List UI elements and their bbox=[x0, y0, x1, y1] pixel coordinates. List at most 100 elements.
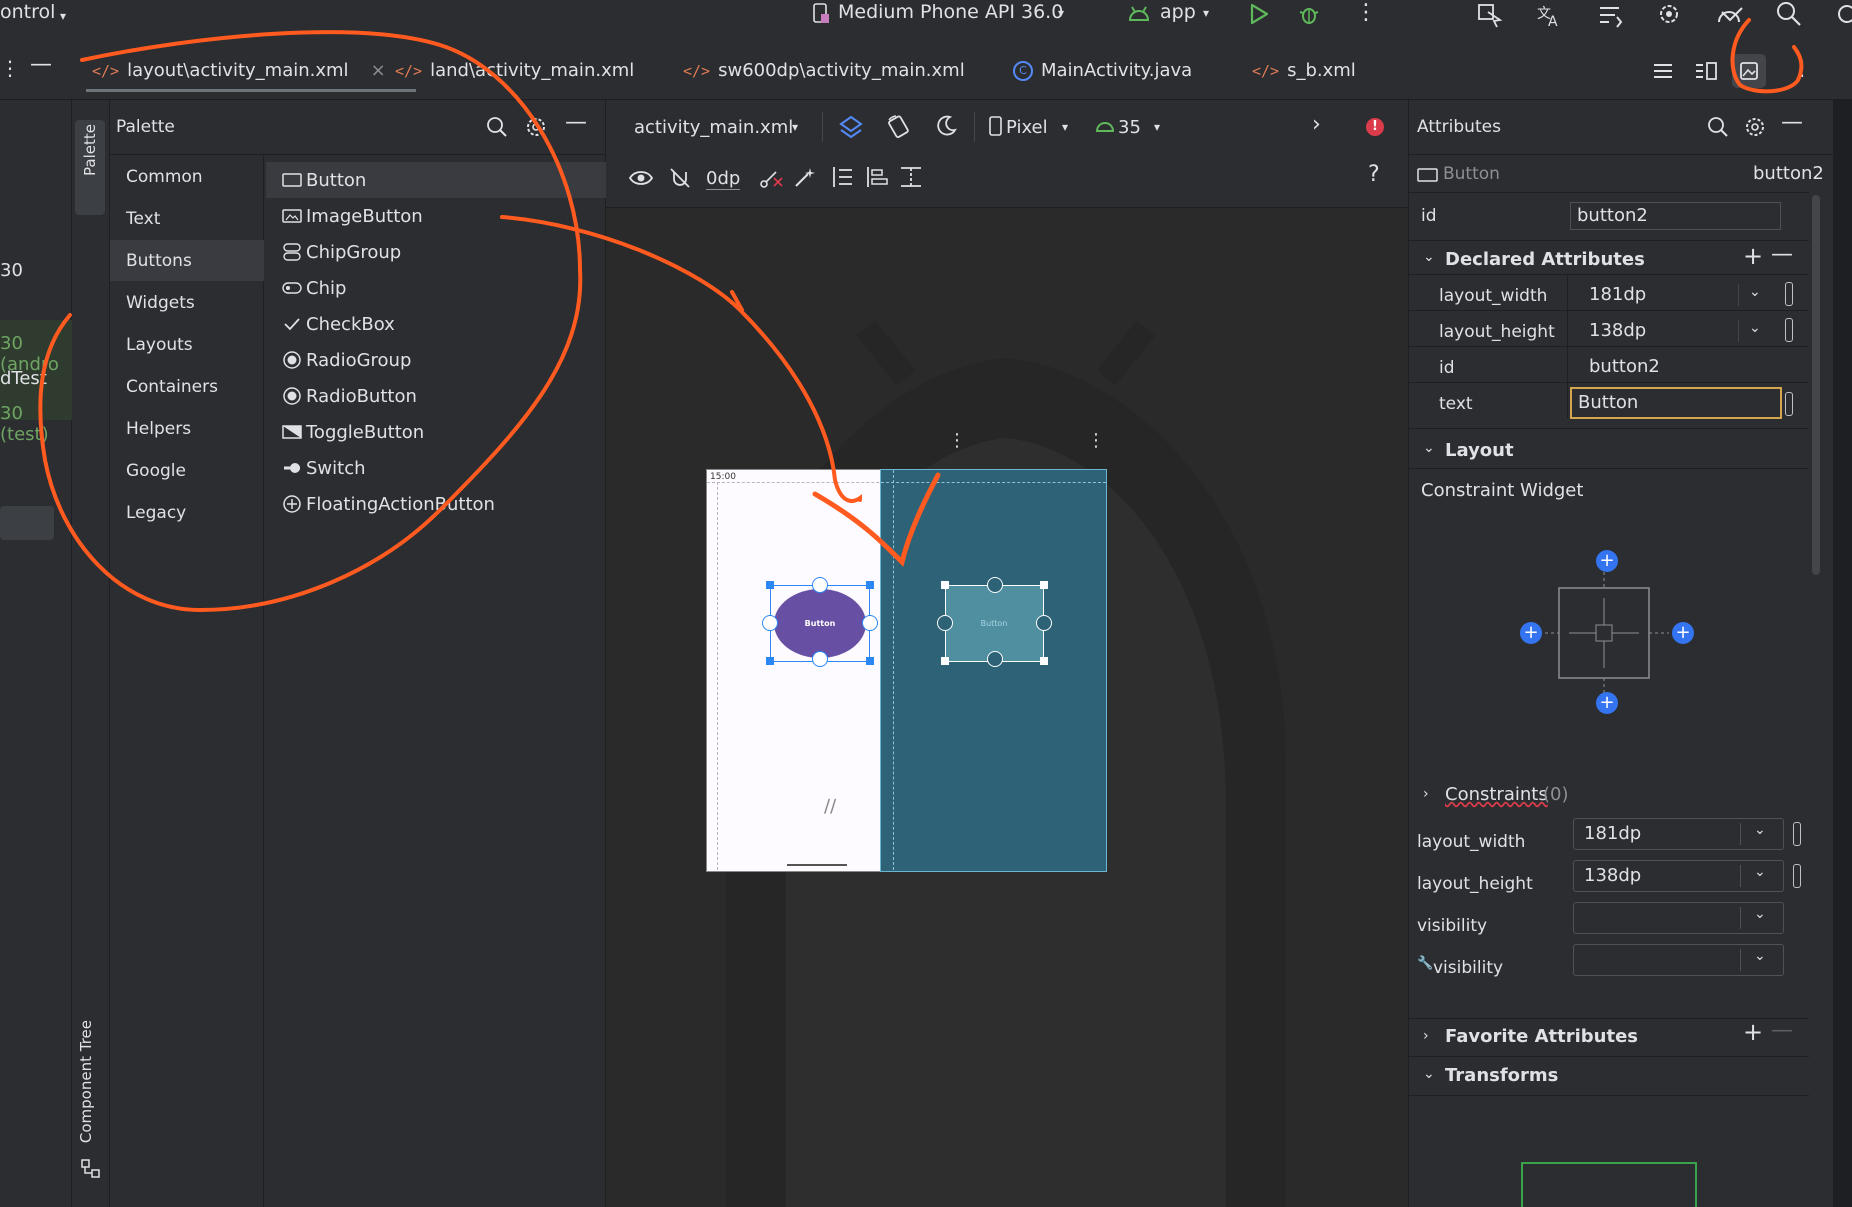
component-tree-icon[interactable] bbox=[80, 1158, 102, 1184]
category-buttons[interactable]: Buttons bbox=[110, 240, 264, 281]
category-legacy[interactable]: Legacy bbox=[110, 492, 264, 533]
resource-picker-icon[interactable] bbox=[1785, 392, 1793, 416]
tab-main-activity-java[interactable]: C MainActivity.java bbox=[1013, 60, 1192, 81]
resize-handle[interactable] bbox=[866, 657, 874, 665]
resize-handle[interactable] bbox=[1040, 657, 1048, 665]
close-icon[interactable]: × bbox=[371, 60, 386, 81]
guidelines-icon[interactable] bbox=[898, 164, 924, 194]
add-bottom-constraint-icon[interactable]: + bbox=[1596, 692, 1618, 714]
tab-sw600dp-activity-main[interactable]: </> sw600dp\activity_main.xml bbox=[683, 60, 965, 81]
gear-bug-icon[interactable] bbox=[1656, 1, 1684, 32]
category-widgets[interactable]: Widgets bbox=[110, 282, 264, 323]
resize-handle[interactable] bbox=[766, 581, 774, 589]
chevron-down-icon[interactable]: ⌄ bbox=[1749, 320, 1761, 336]
chevron-down-icon[interactable]: ⌄ bbox=[1754, 822, 1766, 838]
widget-checkbox[interactable]: CheckBox bbox=[266, 306, 606, 342]
chevron-right-icon[interactable]: › bbox=[1423, 1028, 1429, 1044]
resize-handle[interactable] bbox=[941, 657, 949, 665]
component-tree-side-tab[interactable]: Component Tree bbox=[77, 1020, 95, 1143]
widget-togglebutton[interactable]: ToggleButton bbox=[266, 414, 606, 450]
attr-value[interactable]: 138dp bbox=[1589, 320, 1646, 341]
tab-layout-activity-main[interactable]: </> layout\activity_main.xml × bbox=[86, 60, 416, 92]
resource-picker-icon[interactable] bbox=[1785, 318, 1793, 342]
resize-handle[interactable] bbox=[766, 657, 774, 665]
help-icon[interactable]: ? bbox=[1368, 162, 1380, 187]
chevron-right-icon[interactable]: › bbox=[1312, 112, 1321, 137]
more-vertical-icon[interactable]: ⋮ bbox=[1087, 430, 1105, 451]
widget-floatingactionbutton[interactable]: FloatingActionButton bbox=[266, 486, 606, 522]
widget-switch[interactable]: Switch bbox=[266, 450, 606, 486]
category-common[interactable]: Common bbox=[110, 156, 264, 197]
sync-gradle-icon[interactable] bbox=[1597, 2, 1625, 33]
remove-icon[interactable]: — bbox=[1771, 242, 1793, 267]
design-view-icon[interactable] bbox=[1732, 54, 1766, 88]
resource-picker-icon[interactable] bbox=[1793, 864, 1801, 888]
layout-height-input[interactable]: 138dp ⌄ bbox=[1573, 860, 1784, 892]
widget-radiogroup[interactable]: RadioGroup bbox=[266, 342, 606, 378]
minimize-icon[interactable]: — bbox=[30, 52, 52, 77]
tab-land-activity-main[interactable]: </> land\activity_main.xml bbox=[395, 60, 634, 81]
add-right-constraint-icon[interactable]: + bbox=[1672, 622, 1694, 644]
widget-chipgroup[interactable]: ChipGroup bbox=[266, 234, 606, 270]
chevron-down-icon[interactable]: ⌄ bbox=[1423, 440, 1435, 456]
layout-width-input[interactable]: 181dp ⌄ bbox=[1573, 818, 1784, 850]
chevron-down-icon[interactable]: ⌄ bbox=[1423, 1066, 1435, 1082]
constraint-anchor-top[interactable] bbox=[987, 577, 1003, 593]
id-input[interactable]: button2 bbox=[1570, 202, 1781, 230]
scrollbar[interactable] bbox=[1812, 195, 1820, 575]
pack-icon[interactable] bbox=[830, 164, 856, 194]
category-layouts[interactable]: Layouts bbox=[110, 324, 264, 365]
layout-file-selector[interactable]: activity_main.xml bbox=[634, 117, 793, 138]
tools-visibility-select[interactable]: ⌄ bbox=[1573, 944, 1784, 976]
constraints-label[interactable]: Constraints bbox=[1445, 784, 1548, 805]
add-icon[interactable]: + bbox=[1743, 1018, 1763, 1046]
constraint-anchor-right[interactable] bbox=[1036, 615, 1052, 631]
project-scroll-item[interactable] bbox=[0, 506, 54, 540]
settings-icon[interactable] bbox=[1834, 1, 1852, 32]
error-icon[interactable]: ! bbox=[1366, 118, 1384, 136]
chevron-down-icon[interactable]: ⌄ bbox=[1754, 948, 1766, 964]
eye-icon[interactable] bbox=[628, 168, 654, 192]
category-helpers[interactable]: Helpers bbox=[110, 408, 264, 449]
blueprint-button[interactable]: Button bbox=[937, 577, 1052, 667]
widget-imagebutton[interactable]: ImageButton bbox=[266, 198, 606, 234]
clear-constraints-icon[interactable] bbox=[758, 166, 784, 194]
resize-handle[interactable] bbox=[1040, 581, 1048, 589]
resize-corner-icon[interactable]: ∕∕ bbox=[824, 796, 836, 817]
device-selector[interactable]: Medium Phone API 36.0 bbox=[838, 1, 1063, 23]
chevron-down-icon[interactable]: ⌄ bbox=[1423, 249, 1435, 265]
blueprint-preview-screen[interactable]: Button bbox=[880, 469, 1107, 872]
minimize-icon[interactable]: — bbox=[565, 110, 587, 135]
run-config-selector[interactable]: app bbox=[1160, 1, 1196, 23]
more-vertical-icon[interactable]: ⋮ bbox=[948, 430, 966, 451]
resize-handle[interactable] bbox=[941, 581, 949, 589]
chevron-down-icon[interactable]: ⌄ bbox=[1754, 864, 1766, 880]
design-surface[interactable]: activity_main.xml ▾ Pixel ▾ 35 ▾ › ! 0dp… bbox=[606, 100, 1408, 1207]
layout-inspector-icon[interactable] bbox=[1476, 2, 1504, 33]
selected-button[interactable]: Button bbox=[762, 577, 878, 667]
constraint-anchor-top[interactable] bbox=[812, 577, 828, 593]
resource-picker-icon[interactable] bbox=[1793, 822, 1801, 846]
palette-side-tab[interactable]: Palette bbox=[75, 120, 105, 215]
more-vertical-icon[interactable]: ⋮ bbox=[0, 56, 20, 80]
debug-icon[interactable] bbox=[1297, 2, 1321, 31]
category-google[interactable]: Google bbox=[110, 450, 264, 491]
search-icon[interactable] bbox=[486, 116, 508, 142]
constraint-anchor-bottom[interactable] bbox=[812, 651, 828, 667]
device-manager-icon[interactable] bbox=[1716, 2, 1746, 33]
tab-s-b-xml[interactable]: </> s_b.xml bbox=[1252, 60, 1356, 81]
split-view-icon[interactable] bbox=[1694, 61, 1718, 85]
widget-chip[interactable]: Chip bbox=[266, 270, 606, 306]
gear-icon[interactable] bbox=[1743, 115, 1767, 143]
align-icon[interactable] bbox=[864, 164, 890, 194]
magnet-off-icon[interactable] bbox=[668, 166, 692, 194]
add-left-constraint-icon[interactable]: + bbox=[1520, 622, 1542, 644]
layers-icon[interactable] bbox=[838, 114, 864, 144]
visibility-select[interactable]: ⌄ bbox=[1573, 902, 1784, 934]
constraint-anchor-left[interactable] bbox=[937, 615, 953, 631]
category-containers[interactable]: Containers bbox=[110, 366, 264, 407]
infer-constraints-icon[interactable] bbox=[792, 166, 818, 194]
chevron-down-icon[interactable]: ⌄ bbox=[1749, 284, 1761, 300]
search-icon[interactable] bbox=[1776, 1, 1802, 32]
default-margin-selector[interactable]: 0dp bbox=[706, 168, 741, 190]
